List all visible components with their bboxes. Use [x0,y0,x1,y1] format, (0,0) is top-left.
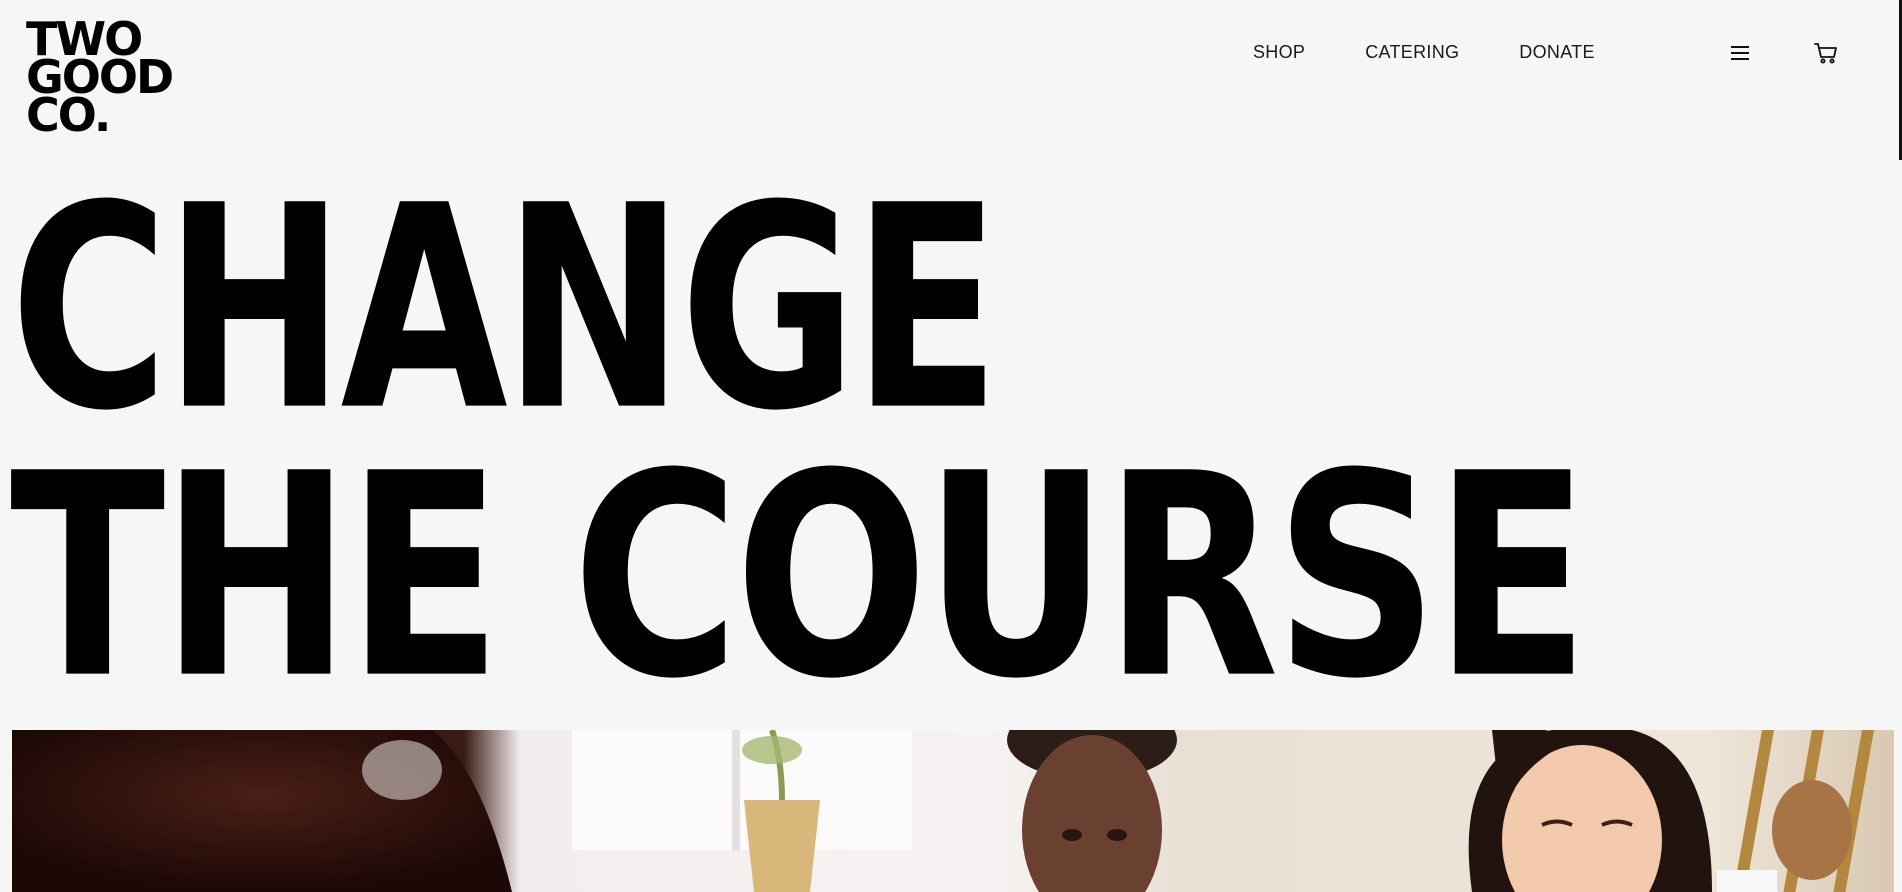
nav-item-catering[interactable]: CATERING [1365,42,1459,63]
hamburger-menu-icon[interactable] [1729,42,1751,64]
hero-photo [12,730,1894,892]
hero-title-line-2: THE COURSE [10,413,1589,740]
main-nav: SHOP CATERING DONATE [1253,42,1595,63]
shopping-cart-icon[interactable] [1813,40,1839,66]
brand-logo[interactable]: TWO GOOD CO. [26,16,176,138]
page: TWO GOOD CO. SHOP CATERING DONATE CHANGE… [0,0,1902,892]
nav-item-donate[interactable]: DONATE [1519,42,1594,63]
hero-title-line-1: CHANGE [10,145,1000,472]
nav-item-shop[interactable]: SHOP [1253,42,1305,63]
hero-title: CHANGE THE COURSE [10,145,1900,740]
